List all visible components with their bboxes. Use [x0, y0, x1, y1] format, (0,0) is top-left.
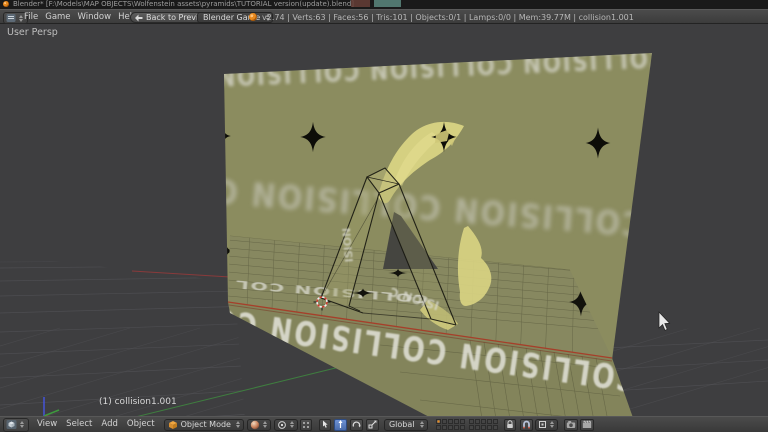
viewport-shading-select[interactable]	[246, 418, 271, 431]
window-title-bar: Blender* [F:\Models\MAP OBJECTS\Wolfenst…	[0, 0, 768, 9]
info-menus: File Game Window Help	[24, 13, 137, 22]
layer-cell[interactable]	[453, 425, 459, 430]
dropdown-arrows-icon	[261, 421, 269, 428]
pivot-point-select[interactable]	[273, 418, 298, 431]
layer-cell[interactable]	[447, 425, 453, 430]
pivot-align-toggle[interactable]	[299, 418, 312, 431]
layers-group	[468, 419, 498, 430]
render-camera-icon	[566, 421, 575, 428]
layer-cell[interactable]	[459, 419, 465, 424]
dropdown-arrows-icon	[18, 421, 26, 428]
translate-icon	[338, 420, 343, 428]
layer-cell[interactable]	[474, 425, 480, 430]
scale-manipulator-button[interactable]	[365, 418, 379, 431]
layer-cell[interactable]	[468, 425, 474, 430]
view3d-header: View Select Add Object Object Mode Globa…	[0, 416, 768, 432]
opengl-render-anim-button[interactable]	[579, 418, 594, 431]
object-mode-cube-icon	[168, 420, 177, 429]
lock-icon	[506, 420, 513, 428]
layer-cell[interactable]	[447, 419, 453, 424]
layers-widget	[435, 419, 498, 430]
translate-manipulator-button[interactable]	[333, 418, 347, 431]
view3d-editor-icon	[6, 420, 17, 429]
menu-object[interactable]: Object	[127, 420, 155, 429]
layer-cell[interactable]	[492, 425, 498, 430]
mode-select[interactable]: Object Mode	[163, 418, 244, 431]
mode-select-value: Object Mode	[180, 420, 231, 429]
snap-element-icon	[538, 421, 546, 428]
info-editor-icon	[6, 14, 16, 22]
scale-icon	[368, 420, 377, 429]
rotate-manipulator-button[interactable]	[349, 418, 363, 431]
menu-view[interactable]: View	[37, 420, 57, 429]
window-title: Blender* [F:\Models\MAP OBJECTS\Wolfenst…	[13, 0, 355, 8]
dropdown-arrows-icon	[418, 421, 426, 428]
rotate-icon	[352, 421, 361, 428]
info-header: File Game Window Help Back to Previous B…	[0, 9, 768, 24]
back-arrow-icon	[135, 14, 143, 21]
layer-cell[interactable]	[486, 419, 492, 424]
overlay-artifact-teal	[374, 0, 401, 7]
snap-element-select[interactable]	[534, 418, 558, 431]
dropdown-arrows-icon	[288, 421, 296, 428]
viewport-area[interactable]: COLLISION COLLISION COLLISION COLLISION …	[0, 24, 768, 416]
layer-cell[interactable]	[486, 425, 492, 430]
blender-logo-icon	[249, 13, 257, 21]
menu-select[interactable]: Select	[66, 420, 92, 429]
shading-sphere-icon	[250, 420, 260, 429]
opengl-render-button[interactable]	[563, 418, 578, 431]
editor-type-button[interactable]	[3, 417, 29, 432]
overlay-artifact-red	[351, 0, 370, 7]
view3d-menus: View Select Add Object	[37, 420, 155, 429]
dropdown-arrows-icon	[234, 421, 242, 428]
layer-cell[interactable]	[459, 425, 465, 430]
layer-cell[interactable]	[435, 425, 441, 430]
snap-toggle-button[interactable]	[519, 418, 533, 431]
menu-add[interactable]: Add	[101, 420, 117, 429]
layer-cell[interactable]	[453, 419, 459, 424]
scene-lock-button[interactable]	[503, 418, 516, 431]
layer-cell[interactable]	[435, 419, 441, 424]
layer-cell[interactable]	[441, 425, 447, 430]
layers-group	[435, 419, 465, 430]
view-name-label: User Persp	[7, 27, 58, 38]
viewport-3d[interactable]: COLLISION COLLISION COLLISION COLLISION …	[0, 24, 768, 416]
pivot-align-icon	[302, 421, 309, 428]
menu-file[interactable]: File	[24, 13, 38, 22]
layer-cell[interactable]	[492, 419, 498, 424]
manipulator-buttons	[317, 418, 379, 431]
orientation-select-value: Global	[388, 420, 415, 429]
orientation-select[interactable]: Global	[383, 418, 428, 431]
menu-game[interactable]: Game	[45, 13, 70, 22]
active-object-label: (1) collision1.001	[99, 397, 177, 407]
pivot-point-icon	[278, 420, 286, 429]
layer-cell[interactable]	[480, 419, 486, 424]
layer-cell[interactable]	[441, 419, 447, 424]
layer-cell[interactable]	[468, 419, 474, 424]
dropdown-arrows-icon	[548, 421, 556, 428]
blender-logo-icon	[3, 1, 9, 7]
pointer-hand-icon	[322, 420, 328, 428]
layer-cell[interactable]	[480, 425, 486, 430]
menu-window[interactable]: Window	[78, 13, 112, 22]
layer-cell[interactable]	[474, 419, 480, 424]
render-animation-icon	[582, 420, 591, 428]
magnet-icon	[522, 420, 530, 429]
scene-statistics: v2.74 | Verts:63 | Faces:56 | Tris:101 |…	[262, 13, 634, 22]
manipulator-toggle-button[interactable]	[318, 418, 331, 431]
